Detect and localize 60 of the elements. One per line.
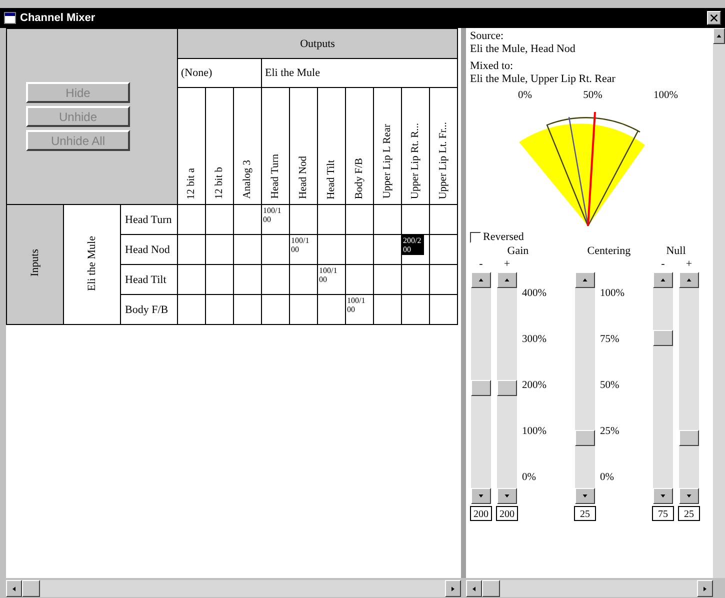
scale-label: 300% — [522, 334, 548, 345]
horizontal-scrollbar[interactable] — [466, 580, 713, 597]
inputs-header: Inputs — [29, 249, 41, 277]
scale-label: 400% — [522, 288, 548, 299]
source-text: Eli the Mule, Head Nod — [470, 43, 576, 56]
horizontal-scrollbar[interactable] — [6, 580, 461, 597]
column-header[interactable]: 12 bit b — [214, 164, 225, 201]
scroll-thumb[interactable] — [482, 580, 500, 597]
row-header[interactable]: Head Turn — [120, 204, 178, 234]
slider-label: - — [661, 258, 665, 270]
slider-group-label: Gain — [507, 245, 529, 258]
slider-thumb[interactable] — [653, 330, 673, 346]
row-header[interactable]: Head Tilt — [120, 264, 178, 294]
scale-label: 200% — [522, 380, 548, 391]
source-label: Source: — [470, 30, 505, 43]
slider-label: + — [686, 258, 692, 270]
scale-label: 50% — [600, 380, 620, 391]
value-field[interactable]: 200 — [470, 506, 492, 521]
window-icon — [4, 12, 16, 24]
slider-group-label: Null — [666, 245, 686, 258]
mixed-text: Eli the Mule, Upper Lip Rt. Rear — [470, 73, 616, 86]
group-header: (None) — [178, 58, 262, 88]
mixed-label: Mixed to: — [470, 60, 514, 73]
reversed-label: Reversed — [483, 231, 524, 243]
close-button[interactable] — [707, 11, 721, 25]
mix-value[interactable]: 200/200 — [402, 235, 424, 255]
scale-label: 75% — [600, 334, 620, 345]
slider-label: - — [479, 258, 483, 270]
scale-label: 100% — [600, 288, 626, 299]
slider-thumb[interactable] — [679, 430, 699, 446]
column-header[interactable]: Head Tilt — [326, 158, 337, 201]
row-header[interactable]: Head Nod — [120, 234, 178, 264]
scroll-thumb[interactable] — [22, 580, 40, 597]
gauge-label: 100% — [654, 90, 678, 101]
scale-label: 0% — [522, 472, 537, 483]
slider-label: + — [504, 258, 510, 270]
window-title: Channel Mixer — [20, 12, 96, 24]
scale-label: 100% — [522, 426, 548, 437]
column-header[interactable]: 12 bit a — [186, 166, 197, 201]
slider-thumb[interactable] — [471, 380, 491, 396]
gauge-label: 0% — [518, 90, 532, 101]
column-header[interactable]: Head Turn — [270, 152, 281, 201]
column-header[interactable]: Head Nod — [298, 154, 309, 201]
slider-thumb[interactable] — [497, 380, 517, 396]
column-header[interactable]: Analog 3 — [242, 158, 253, 201]
value-field[interactable]: 200 — [496, 506, 518, 521]
column-header[interactable]: Body F/B — [354, 156, 365, 201]
row-header[interactable]: Body F/B — [120, 294, 178, 324]
vertical-scrollbar[interactable] — [713, 28, 725, 578]
gauge-label: 50% — [583, 90, 602, 101]
scale-label: 25% — [600, 426, 620, 437]
group-header: Eli the Mule — [86, 236, 98, 290]
value-field[interactable]: 25 — [678, 506, 700, 521]
slider-group-label: Centering — [587, 245, 631, 258]
slider-thumb[interactable] — [575, 430, 595, 446]
scale-label: 0% — [600, 472, 615, 483]
value-field[interactable]: 75 — [652, 506, 674, 521]
group-header: Eli the Mule — [262, 58, 458, 88]
outputs-header: Outputs — [178, 28, 458, 58]
value-field[interactable]: 25 — [574, 506, 596, 521]
